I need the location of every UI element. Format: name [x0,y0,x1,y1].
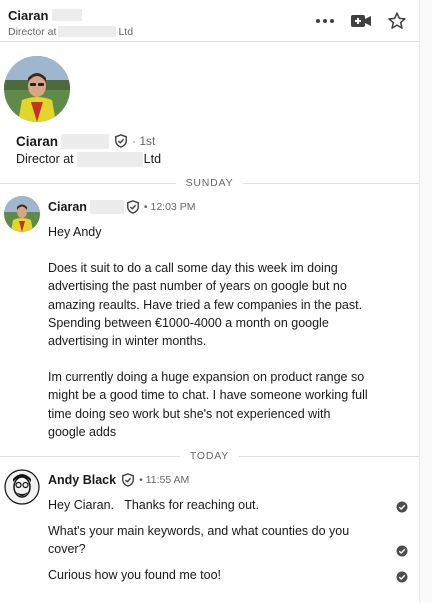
reply-text: Hey Ciaran. Thanks for reaching out. [48,498,259,512]
verified-shield-icon [114,134,128,148]
divider-line [243,182,419,184]
message-body: Hey Andy Does it suit to do a call some … [48,223,368,441]
profile-title-suffix: Ltd [143,152,162,166]
message-time: • 12:03 PM [143,201,196,213]
profile-avatar[interactable] [4,56,70,122]
profile-name-row: Ciaran · 1st [16,132,155,150]
header-subtitle-prefix: Director at [8,25,57,38]
read-receipt-icon [396,500,408,513]
header-contact-name[interactable]: Ciaran [8,8,48,23]
header-subtitle-suffix: Ltd [118,25,134,38]
profile-name[interactable]: Ciaran [16,134,58,149]
scrollbar[interactable] [419,0,432,603]
message-author[interactable]: Andy Black [48,473,116,487]
date-divider-sunday: SUNDAY [0,176,419,190]
message-header: Ciaran • 12:03 PM [48,199,195,215]
redacted-surname [61,133,110,149]
verified-shield-icon [121,473,135,487]
message-reply: Curious how you found me too! [48,566,408,584]
verified-shield-icon [126,200,140,214]
header-subtitle: Director at Ltd [8,25,133,38]
message-reply: What's your main keywords, and what coun… [48,522,408,558]
redacted-company [76,151,143,167]
date-divider-today: TODAY [0,449,420,463]
date-divider-label: TODAY [189,450,230,462]
reply-text: What's your main keywords, and what coun… [48,524,350,556]
redacted-surname [89,200,124,214]
header-actions [313,9,409,33]
star-icon[interactable] [385,9,409,33]
redacted-surname [52,9,83,21]
redacted-company [58,26,117,37]
divider-line [239,455,420,457]
message-author[interactable]: Ciaran [48,200,87,214]
message-paragraph: Does it suit to do a call some day this … [48,261,363,349]
more-options-icon[interactable] [313,9,337,33]
message-time: • 11:55 AM [139,474,190,486]
header-name-row: Ciaran [8,6,83,24]
video-call-icon[interactable] [349,9,373,33]
message-reply: Hey Ciaran. Thanks for reaching out. [48,496,408,514]
connection-degree: · 1st [132,134,156,148]
message-paragraph: Hey Andy [48,225,102,239]
reply-text: Curious how you found me too! [48,568,222,582]
divider-line [0,455,180,457]
divider-line [0,182,176,184]
sender-avatar[interactable] [4,196,40,232]
message-paragraph: Im currently doing a huge expansion on p… [48,370,368,439]
sender-avatar[interactable] [4,469,40,505]
read-receipt-icon [396,570,408,583]
profile-title-prefix: Director at [16,152,74,166]
conversation-header: Ciaran Director at Ltd [0,0,419,42]
profile-title: Director at Ltd [16,151,161,167]
message-header: Andy Black • 11:55 AM [48,472,189,488]
read-receipt-icon [396,544,408,557]
date-divider-label: SUNDAY [185,177,234,189]
